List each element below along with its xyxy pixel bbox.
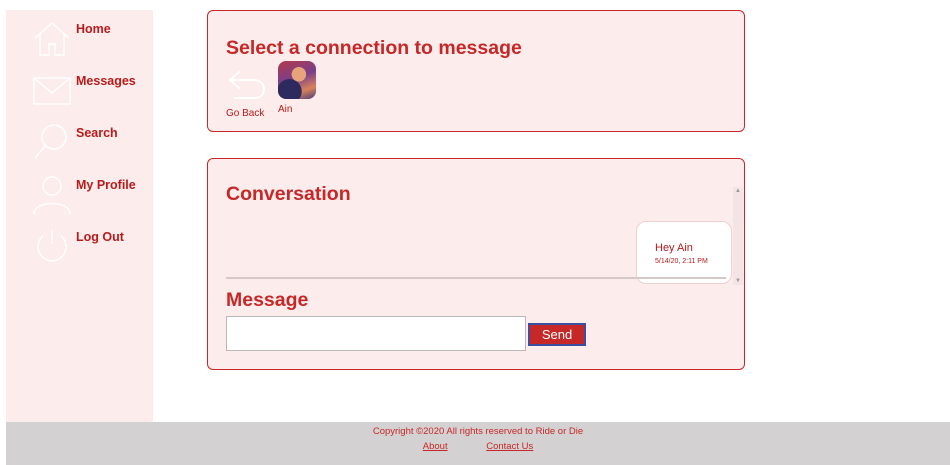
connection-item-ain[interactable]: Ain bbox=[278, 61, 318, 117]
back-arrow-icon bbox=[226, 65, 268, 103]
top-strip bbox=[0, 0, 950, 10]
conversation-title: Conversation bbox=[226, 183, 351, 205]
footer-links: About Contact Us bbox=[6, 441, 950, 452]
conversation-scroll-area[interactable]: Conversation Hey Ain 5/14/20, 2:11 PM ▲ … bbox=[226, 171, 743, 285]
sidebar-item-label: My Profile bbox=[76, 178, 136, 192]
power-icon bbox=[32, 226, 72, 266]
sidebar-item-label: Messages bbox=[76, 74, 136, 88]
message-input[interactable] bbox=[226, 316, 526, 351]
conversation-scrollbar[interactable]: ▲ ▼ bbox=[733, 187, 743, 285]
connections-title: Select a connection to message bbox=[226, 37, 522, 59]
avatar bbox=[278, 61, 316, 99]
message-bubble: Hey Ain 5/14/20, 2:11 PM bbox=[636, 221, 732, 284]
sidebar-item-messages[interactable]: Messages bbox=[6, 70, 153, 114]
sidebar: Home Messages Search My Profile Log Out bbox=[6, 10, 153, 422]
sidebar-item-home[interactable]: Home bbox=[6, 18, 153, 62]
go-back-button[interactable]: Go Back bbox=[226, 65, 268, 119]
divider bbox=[226, 277, 726, 279]
sidebar-item-search[interactable]: Search bbox=[6, 122, 153, 166]
message-timestamp: 5/14/20, 2:11 PM bbox=[655, 258, 708, 265]
footer: Copyright ©2020 All rights reserved to R… bbox=[6, 422, 950, 465]
sidebar-item-my-profile[interactable]: My Profile bbox=[6, 174, 153, 218]
message-text: Hey Ain bbox=[655, 242, 693, 254]
go-back-label: Go Back bbox=[226, 108, 265, 119]
scroll-down-icon[interactable]: ▼ bbox=[733, 277, 743, 285]
sidebar-item-log-out[interactable]: Log Out bbox=[6, 226, 153, 270]
conversation-panel: Conversation Hey Ain 5/14/20, 2:11 PM ▲ … bbox=[207, 158, 745, 370]
about-link[interactable]: About bbox=[423, 441, 448, 452]
contact-us-link[interactable]: Contact Us bbox=[486, 441, 533, 452]
copyright-text: Copyright ©2020 All rights reserved to R… bbox=[372, 426, 584, 437]
scroll-up-icon[interactable]: ▲ bbox=[733, 187, 743, 195]
message-title: Message bbox=[226, 289, 309, 311]
home-icon bbox=[32, 18, 72, 58]
sidebar-item-label: Log Out bbox=[76, 230, 124, 244]
connections-panel: Select a connection to message Go Back A… bbox=[207, 10, 745, 132]
send-button[interactable]: Send bbox=[528, 323, 586, 346]
sidebar-item-label: Search bbox=[76, 126, 118, 140]
user-icon bbox=[32, 174, 72, 214]
connection-name: Ain bbox=[278, 104, 293, 115]
search-icon bbox=[32, 122, 72, 162]
sidebar-item-label: Home bbox=[76, 22, 111, 36]
envelope-icon bbox=[32, 70, 72, 110]
